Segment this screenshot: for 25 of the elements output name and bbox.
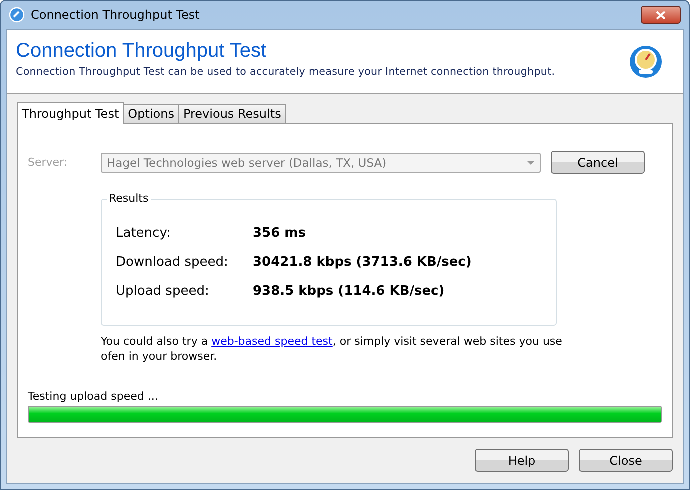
group-title: Results [107, 192, 151, 205]
app-icon [9, 7, 25, 23]
gauge-icon [629, 44, 663, 78]
result-label: Latency: [116, 226, 172, 241]
cancel-button[interactable]: Cancel [551, 151, 645, 174]
close-button[interactable] [641, 6, 681, 24]
tab[interactable]: Previous Results [178, 104, 286, 123]
result-value: 938.5 kbps (114.6 KB/sec) [253, 284, 446, 299]
result-label: Download speed: [116, 255, 230, 270]
result-value: 30421.8 kbps (3713.6 KB/sec) [253, 255, 473, 270]
caret-icon [527, 160, 535, 164]
header-subtitle: Connection Throughput Test can be used to accurately measure your Internet connection throughput. [16, 66, 556, 78]
result-value: 356 ms [253, 226, 307, 241]
tab[interactable]: Options [123, 104, 180, 123]
tab[interactable]: Throughput Test [17, 102, 124, 124]
server-label: Server: [28, 156, 69, 169]
speed-test-link[interactable]: web-based speed test [212, 335, 333, 348]
window-title: Connection Throughput Test [31, 8, 201, 22]
info-text: You could also try a web-based speed test, or simply visit several web sites you use ofen in your browser. [101, 334, 564, 364]
dialog-button[interactable]: Help [475, 449, 569, 472]
header-title: Connection Throughput Test [16, 40, 268, 62]
result-label: Upload speed: [116, 284, 210, 299]
progress-label: Testing upload speed ... [28, 390, 160, 403]
close-icon [656, 10, 666, 20]
dialog-button[interactable]: Close [579, 449, 673, 472]
